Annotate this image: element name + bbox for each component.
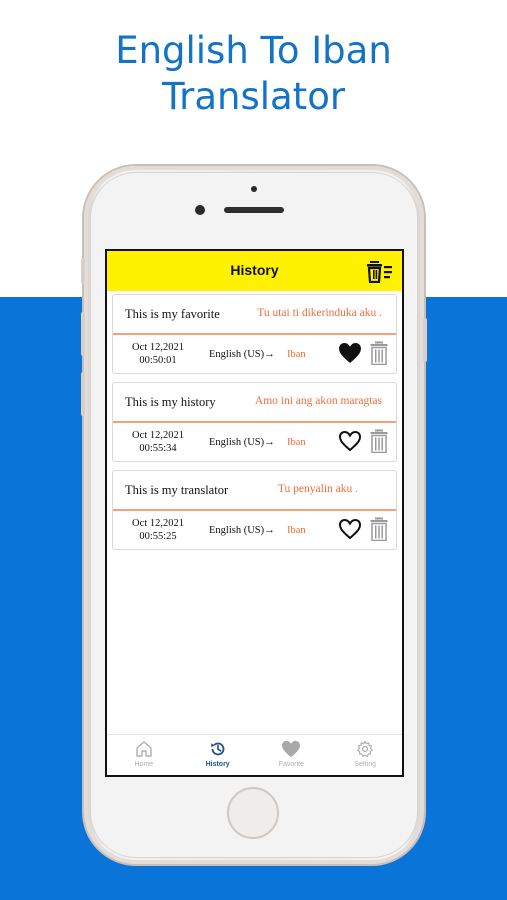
- tab-history-label: History: [205, 761, 230, 768]
- app-screen: History This is my favorite Tu utai ti d…: [105, 249, 404, 777]
- source-text: This is my history: [125, 395, 216, 409]
- timestamp: Oct 12,2021 00:55:34: [121, 429, 195, 455]
- phone-volume-down: [81, 372, 85, 416]
- target-language: Iban: [287, 437, 306, 448]
- phone-home-button: [227, 787, 279, 839]
- date-text: Oct 12,2021: [132, 430, 184, 441]
- arrow-icon: →: [264, 436, 275, 448]
- promo-title: English To Iban Translator: [0, 28, 507, 120]
- tab-favorite[interactable]: Favorite: [255, 735, 329, 775]
- phone-power-button: [423, 318, 427, 362]
- arrow-icon: →: [264, 348, 275, 360]
- history-card[interactable]: This is my translator Tu penyalin aku . …: [112, 470, 397, 550]
- time-text: 00:50:01: [139, 355, 177, 366]
- translated-text: Tu penyalin aku .: [277, 483, 358, 495]
- arrow-icon: →: [264, 524, 275, 536]
- clear-list-icon[interactable]: [367, 259, 393, 283]
- favorite-filled-heart-icon[interactable]: [338, 342, 362, 364]
- card-divider: This is my history Amo ini ang akon mara…: [113, 383, 396, 423]
- history-card[interactable]: This is my history Amo ini ang akon mara…: [112, 382, 397, 462]
- date-text: Oct 12,2021: [132, 342, 184, 353]
- translated-text: Tu utai ti dikerinduka aku .: [257, 307, 382, 319]
- source-text: This is my translator: [125, 483, 229, 497]
- card-divider: This is my translator Tu penyalin aku .: [113, 471, 396, 511]
- tab-home-label: Home: [134, 761, 154, 768]
- bottom-tab-bar: Home History Favorite Setting: [107, 734, 402, 775]
- delete-icon[interactable]: [370, 517, 388, 541]
- earpiece-speaker: [224, 207, 284, 213]
- tab-favorite-label: Favorite: [278, 761, 305, 768]
- phone-volume-up: [81, 312, 85, 356]
- source-language: English (US): [209, 525, 265, 536]
- timestamp: Oct 12,2021 00:50:01: [121, 341, 195, 367]
- heart-icon: [282, 740, 301, 758]
- promo-title-line-1: English To Iban: [115, 29, 392, 72]
- home-icon: [136, 741, 152, 757]
- promo-title-line-2: Translator: [161, 75, 346, 118]
- tab-history[interactable]: History: [181, 735, 255, 775]
- time-text: 00:55:34: [139, 443, 177, 454]
- favorite-outline-heart-icon[interactable]: [338, 430, 362, 452]
- phone-mute-switch: [81, 258, 85, 284]
- delete-icon[interactable]: [370, 429, 388, 453]
- tab-setting-label: Setting: [354, 761, 377, 768]
- proximity-sensor: [251, 186, 257, 192]
- favorite-outline-heart-icon[interactable]: [338, 518, 362, 540]
- source-language: English (US): [209, 349, 265, 360]
- translated-text: Amo ini ang akon maragtas: [254, 395, 382, 407]
- tab-setting[interactable]: Setting: [328, 735, 402, 775]
- delete-icon[interactable]: [370, 341, 388, 365]
- target-language: Iban: [287, 349, 306, 360]
- history-icon: [210, 742, 225, 756]
- source-text: This is my favorite: [125, 307, 220, 321]
- card-divider: This is my favorite Tu utai ti dikerindu…: [113, 295, 396, 335]
- source-language: English (US): [209, 437, 265, 448]
- timestamp: Oct 12,2021 00:55:25: [121, 517, 195, 543]
- date-text: Oct 12,2021: [132, 518, 184, 529]
- app-header: History: [107, 251, 402, 291]
- page-title: History: [230, 262, 279, 278]
- time-text: 00:55:25: [139, 531, 177, 542]
- tab-home[interactable]: Home: [107, 735, 181, 775]
- target-language: Iban: [287, 525, 306, 536]
- gear-icon: [357, 740, 373, 757]
- front-camera: [195, 205, 205, 215]
- history-card[interactable]: This is my favorite Tu utai ti dikerindu…: [112, 294, 397, 374]
